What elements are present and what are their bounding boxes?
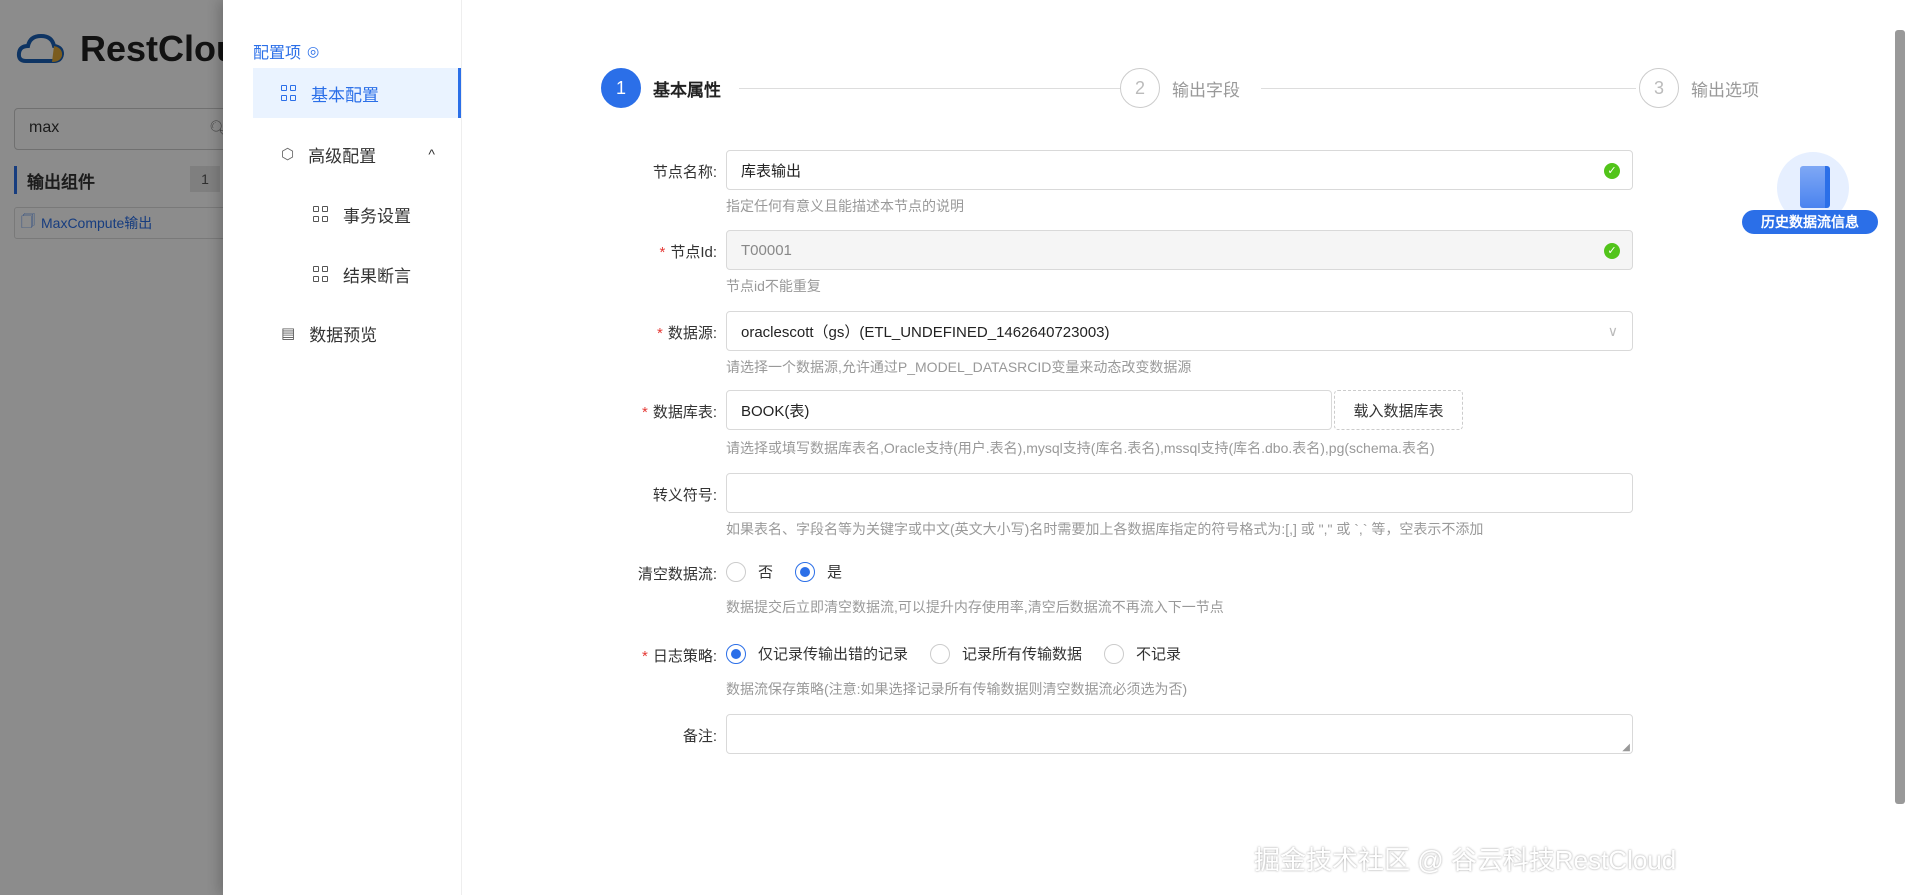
menu-item-preview[interactable]: ▤ 数据预览 (253, 308, 461, 358)
grid-icon (313, 206, 329, 222)
node-id-input[interactable]: T00001 ✓ (726, 230, 1633, 270)
radio-label: 不记录 (1136, 646, 1182, 663)
watermark: 掘金技术社区 @ 谷云科技RestCloud (1254, 845, 1677, 875)
load-table-button[interactable]: 载入数据库表 (1334, 390, 1463, 430)
radio-errors-only[interactable]: 仅记录传输出错的记录 (726, 643, 908, 664)
menu-item-label: 事务设置 (343, 206, 411, 226)
required-marker: * (641, 648, 648, 665)
menu-item-assertion[interactable]: 结果断言 (253, 249, 461, 299)
help-text: 如果表名、字段名等为关键字或中文(英文大小写)名时需要加上各数据库指定的符号格式… (726, 521, 1484, 537)
radio-no[interactable]: 否 (726, 561, 773, 582)
grid-icon (281, 85, 297, 101)
check-circle-icon: ✓ (1604, 163, 1620, 179)
check-circle-icon: ✓ (1604, 243, 1620, 259)
help-text: 数据流保存策略(注意:如果选择记录所有传输数据则清空数据流必须选为否) (726, 681, 1188, 697)
required-marker: * (656, 325, 663, 342)
clear-stream-radio-group: 否 是 (726, 561, 864, 582)
step-divider (739, 88, 1121, 89)
radio-circle[interactable] (1104, 643, 1125, 664)
remark-textarea[interactable]: ◢ (726, 714, 1633, 754)
cube-icon: ⬡ (281, 146, 295, 163)
field-label: 节点Id: (670, 244, 717, 261)
field-label: 数据源: (667, 325, 717, 342)
step-3[interactable]: 3 输出选项 (1639, 68, 1759, 108)
radio-label: 记录所有传输数据 (962, 646, 1083, 663)
select-value: oraclescott（gs）(ETL_UNDEFINED_1462640723… (741, 323, 1110, 341)
settings-icon: ◎ (307, 42, 320, 59)
field-label: 日志策略: (652, 648, 717, 665)
history-label: 历史数据流信息 (1742, 210, 1878, 234)
help-text: 请选择一个数据源,允许通过P_MODEL_DATASRCID变量来动态改变数据源 (726, 359, 1192, 375)
menu-item-transaction[interactable]: 事务设置 (253, 189, 461, 239)
chevron-down-icon: ∨ (1607, 322, 1618, 339)
log-policy-radio-group: 仅记录传输出错的记录 记录所有传输数据 不记录 (726, 643, 1203, 664)
step-2[interactable]: 2 输出字段 (1120, 68, 1240, 108)
radio-label: 否 (758, 564, 774, 581)
datasource-select[interactable]: oraclescott（gs）(ETL_UNDEFINED_1462640723… (726, 311, 1633, 351)
config-drawer: 配置项 ◎ 基本配置 ⬡ 高级配置 ^ 事务设置 结果断言 ▤ 数据预览 1 基本属性 2… (223, 0, 1910, 895)
menu-item-advanced[interactable]: ⬡ 高级配置 ^ (253, 129, 461, 179)
menu-item-basic[interactable]: 基本配置 (253, 68, 461, 118)
document-icon (1800, 166, 1830, 208)
help-text: 节点id不能重复 (726, 278, 821, 294)
input-value: 库表输出 (741, 162, 802, 180)
menu-title-text: 配置项 (253, 45, 302, 62)
chevron-up-icon[interactable]: ^ (428, 146, 435, 162)
radio-label: 是 (827, 564, 843, 581)
radio-circle[interactable] (930, 643, 951, 664)
node-name-input[interactable]: 库表输出 ✓ (726, 150, 1633, 190)
history-dataflow-button[interactable]: 历史数据流信息 (1742, 152, 1882, 236)
field-label: 数据库表: (652, 404, 717, 421)
input-value: T00001 (741, 241, 792, 259)
field-label: 节点名称: (652, 164, 717, 181)
step-label: 输出字段 (1172, 80, 1240, 100)
step-label: 输出选项 (1691, 80, 1759, 100)
radio-label: 仅记录传输出错的记录 (758, 646, 909, 663)
field-label: 转义符号: (652, 487, 717, 504)
field-label: 清空数据流: (637, 566, 717, 583)
menu-item-label: 基本配置 (311, 85, 379, 105)
stepper: 1 基本属性 2 输出字段 3 输出选项 (601, 68, 1901, 108)
required-marker: * (641, 404, 648, 421)
menu-title: 配置项 ◎ (253, 39, 319, 63)
required-marker: * (659, 244, 666, 261)
help-text: 数据提交后立即清空数据流,可以提升内存使用率,清空后数据流不再流入下一节点 (726, 599, 1224, 615)
step-label: 基本属性 (653, 80, 721, 100)
radio-all-data[interactable]: 记录所有传输数据 (930, 643, 1082, 664)
help-text: 请选择或填写数据库表名,Oracle支持(用户.表名),mysql支持(库名.表… (726, 440, 1435, 456)
menu-item-label: 结果断言 (343, 266, 411, 286)
step-number: 3 (1639, 68, 1679, 108)
step-number: 1 (601, 68, 641, 108)
drawer-mask[interactable] (0, 0, 223, 895)
step-divider (1261, 88, 1636, 89)
step-number: 2 (1120, 68, 1160, 108)
radio-yes[interactable]: 是 (795, 561, 842, 582)
radio-circle-checked[interactable] (726, 643, 746, 664)
escape-input[interactable] (726, 473, 1633, 513)
table-input[interactable]: BOOK(表) (726, 390, 1332, 430)
config-menu: 配置项 ◎ 基本配置 ⬡ 高级配置 ^ 事务设置 结果断言 ▤ 数据预览 (223, 0, 462, 895)
radio-circle[interactable] (726, 561, 746, 582)
radio-circle-checked[interactable] (795, 561, 816, 582)
help-text: 指定任何有意义且能描述本节点的说明 (726, 198, 964, 214)
field-label: 备注: (682, 728, 717, 745)
grid-icon (313, 266, 329, 282)
resize-handle-icon[interactable]: ◢ (1622, 742, 1630, 753)
preview-icon: ▤ (281, 325, 296, 342)
step-1[interactable]: 1 基本属性 (601, 68, 721, 108)
scrollbar[interactable] (1895, 30, 1905, 804)
menu-item-label: 高级配置 (308, 146, 377, 166)
input-value: BOOK(表) (741, 402, 810, 420)
menu-item-label: 数据预览 (309, 325, 378, 345)
radio-no-log[interactable]: 不记录 (1104, 643, 1181, 664)
